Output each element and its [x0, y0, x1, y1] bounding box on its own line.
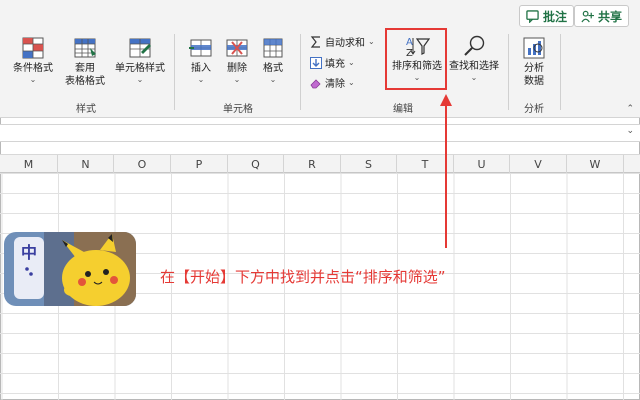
column-header[interactable]: P [171, 155, 228, 174]
ribbon: 批注 共享 条件格式 ⌄ 套用 表格格式 单元格样式 ⌄ 样式 插入 ⌄ 删除 … [0, 0, 640, 118]
insert-button[interactable]: 插入 ⌄ [186, 36, 216, 85]
column-header[interactable]: W [567, 155, 624, 174]
insert-cells-icon [189, 39, 212, 57]
column-header[interactable]: M [0, 155, 58, 174]
share-label: 共享 [598, 9, 623, 24]
group-separator [174, 34, 175, 110]
fill-down-icon [310, 56, 322, 69]
delete-button[interactable]: 删除 ⌄ [222, 36, 252, 85]
column-header[interactable]: Q [228, 155, 284, 174]
conditional-format-button[interactable]: 条件格式 ⌄ [8, 36, 58, 85]
clear-button[interactable]: 清除 ⌄ [310, 75, 355, 90]
conditional-format-label: 条件格式 [13, 63, 53, 74]
sigma-icon [310, 35, 320, 48]
share-icon [581, 10, 594, 22]
sticker-tag: 中 [14, 237, 44, 299]
column-header[interactable]: N [58, 155, 114, 174]
column-header[interactable]: V [510, 155, 567, 174]
format-table-icon [74, 38, 96, 58]
analysis-group-label: 分析 [524, 104, 544, 115]
chevron-down-icon: ⌄ [470, 73, 478, 82]
format-button[interactable]: 格式 ⌄ [258, 36, 288, 85]
format-label: 格式 [263, 63, 283, 74]
chevron-down-icon: ⌄ [233, 75, 241, 84]
fill-button[interactable]: 填充 ⌄ [310, 55, 355, 70]
autosum-label: 自动求和 [325, 38, 365, 49]
clear-label: 清除 [325, 79, 345, 90]
comment-icon [526, 9, 539, 23]
sort-filter-highlight-box [385, 28, 447, 90]
chevron-down-icon: ⌄ [136, 75, 144, 84]
format-cells-icon [263, 38, 283, 58]
chevron-down-icon: ⌄ [29, 75, 37, 84]
editing-group-label: 编辑 [393, 104, 413, 115]
format-as-table-button[interactable]: 套用 表格格式 [56, 36, 114, 88]
column-header[interactable]: S [341, 155, 397, 174]
collapse-ribbon-icon[interactable]: ⌃ [626, 104, 634, 114]
cell-styles-button[interactable]: 单元格样式 ⌄ [112, 36, 168, 85]
insert-label: 插入 [191, 63, 211, 74]
group-separator [508, 34, 509, 110]
column-header[interactable]: U [454, 155, 510, 174]
chevron-down-icon[interactable]: ⌄ [626, 126, 634, 136]
column-header[interactable]: R [284, 155, 341, 174]
group-separator [300, 34, 301, 110]
magnifier-icon [464, 35, 485, 56]
column-header[interactable]: T [397, 155, 454, 174]
find-select-button[interactable]: 查找和选择 ⌄ [446, 34, 502, 83]
cartoon-sticker: 中 [4, 232, 136, 306]
column-header-row: M N O P Q R S T U V W [0, 154, 640, 174]
analyze-data-icon [523, 37, 545, 59]
analyze-data-button[interactable]: 分析 数据 [516, 36, 552, 88]
autosum-button[interactable]: 自动求和 ⌄ [310, 34, 375, 49]
instruction-text: 在【开始】下方中找到并点击“排序和筛选” [160, 268, 446, 286]
share-button[interactable]: 共享 [574, 5, 630, 27]
formula-bar[interactable]: ⌄ [0, 124, 640, 142]
format-table-label-1: 套用 [75, 63, 95, 74]
delete-label: 删除 [227, 63, 247, 74]
comment-label: 批注 [543, 9, 568, 24]
group-separator [560, 34, 561, 110]
moon-icon [24, 267, 33, 294]
find-select-label: 查找和选择 [449, 61, 499, 72]
fill-label: 填充 [325, 59, 345, 70]
analyze-label-2: 数据 [524, 76, 544, 87]
styles-group-label: 样式 [76, 104, 96, 115]
comment-button[interactable]: 批注 [519, 5, 575, 27]
eraser-icon [310, 78, 321, 88]
chevron-down-icon: ⌄ [348, 57, 355, 67]
column-header[interactable]: O [114, 155, 171, 174]
chevron-down-icon: ⌄ [269, 75, 277, 84]
analyze-label-1: 分析 [524, 63, 544, 74]
cell-styles-label: 单元格样式 [115, 63, 165, 74]
cells-group-label: 单元格 [223, 104, 253, 115]
format-table-label-2: 表格格式 [65, 76, 105, 87]
cell-styles-icon [129, 38, 151, 58]
chevron-down-icon: ⌄ [368, 36, 375, 46]
chevron-down-icon: ⌄ [348, 77, 355, 87]
sticker-tag-char: 中 [20, 243, 37, 262]
chevron-down-icon: ⌄ [197, 75, 205, 84]
conditional-format-icon [22, 37, 44, 59]
delete-cells-icon [226, 39, 248, 57]
